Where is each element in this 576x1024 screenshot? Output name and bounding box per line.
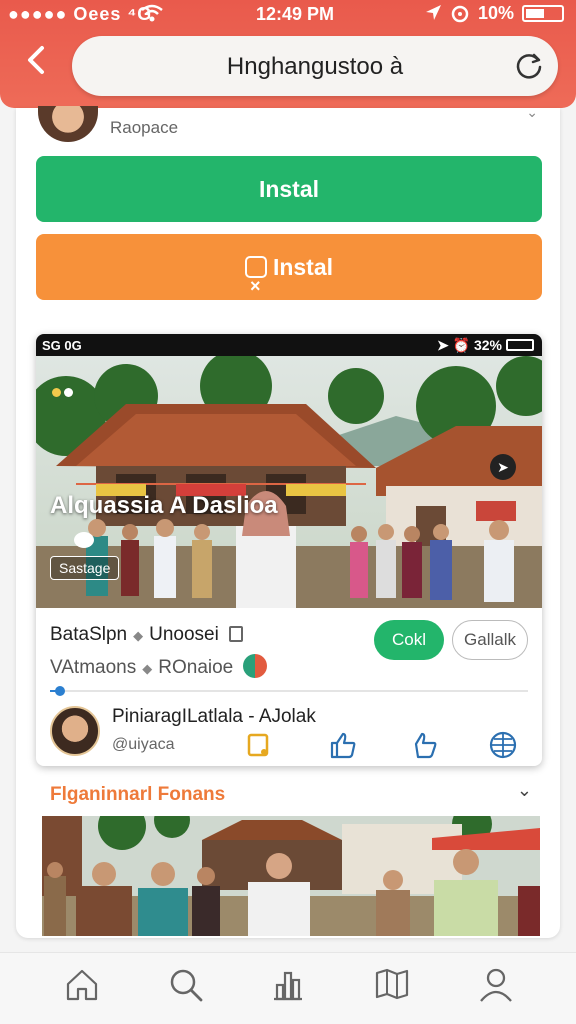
preview-battery-value: 32% xyxy=(473,337,502,353)
preview-title: Alquassia A Daslioa xyxy=(50,492,278,519)
like-icon[interactable] xyxy=(410,730,440,760)
preview-screenshot[interactable]: SG 0G ➤ ⏰ 32% ➤ Alquassia A Daslioa Sast… xyxy=(36,334,542,766)
alarm-icon xyxy=(451,5,469,23)
meta-item: ROnaioe xyxy=(158,657,234,678)
profile-label: Raopace xyxy=(110,118,179,137)
package-icon xyxy=(244,253,267,319)
next-arrow-icon[interactable]: ➤ xyxy=(490,454,516,480)
meta-line-1: BataSlpn ◆ Unoosei xyxy=(50,624,243,646)
bookmark-map-icon[interactable] xyxy=(372,965,412,1005)
preview-signal: SG 0G xyxy=(42,338,82,353)
install-button[interactable]: Instal xyxy=(36,156,542,222)
reload-icon[interactable] xyxy=(514,51,544,81)
village-photo: ➤ Alquassia A Daslioa Sastage xyxy=(36,356,542,608)
thumbs-up-icon[interactable] xyxy=(328,730,358,760)
globe-icon[interactable] xyxy=(488,730,518,760)
wifi-icon xyxy=(141,4,163,22)
secondary-pill-button[interactable]: Gallalk xyxy=(452,620,528,660)
search-icon[interactable] xyxy=(166,965,206,1005)
home-icon[interactable] xyxy=(62,965,102,1005)
install-button-label: Instal xyxy=(258,176,320,202)
progress-knob[interactable] xyxy=(54,686,65,696)
location-icon xyxy=(426,5,441,20)
meta-item: VAtmaons xyxy=(50,657,137,678)
app-card: Raopace ⌄ Instal Instal SG 0G ➤ ⏰ 32% xyxy=(16,104,560,938)
carousel-dot[interactable] xyxy=(64,388,73,397)
primary-pill-button[interactable]: Cokl xyxy=(374,620,444,660)
url-text: Hnghangustoo à xyxy=(226,53,404,80)
meta-item: BataSlpn xyxy=(50,624,128,645)
preview-battery-percent: ➤ ⏰ 32% xyxy=(437,337,502,353)
note-icon[interactable] xyxy=(244,730,274,760)
post-avatar[interactable] xyxy=(50,706,100,756)
install-secondary-button[interactable]: Instal xyxy=(36,234,542,319)
progress-bar[interactable] xyxy=(50,686,528,696)
profile-icon[interactable] xyxy=(476,965,516,1005)
chat-bubble-icon xyxy=(74,532,94,548)
install-secondary-label: Instal xyxy=(272,254,334,280)
chevron-left-icon xyxy=(28,46,44,74)
post-title: PiniaragILatlala - AJolak xyxy=(112,706,316,727)
chart-icon[interactable] xyxy=(268,965,308,1005)
pie-icon xyxy=(243,654,268,678)
carousel-dots[interactable] xyxy=(52,384,76,402)
post-handle: @uiyaca xyxy=(112,736,175,753)
bottom-navigation xyxy=(0,952,576,1024)
chevron-down-icon[interactable]: ⌄ xyxy=(526,104,538,121)
preview-status-bar: SG 0G ➤ ⏰ 32% xyxy=(36,334,542,356)
battery-icon xyxy=(522,5,564,22)
section-heading: Flganinnarl Fonans xyxy=(50,784,226,805)
preview-tag[interactable]: Sastage xyxy=(50,556,120,580)
avatar xyxy=(38,106,98,142)
browser-header: ●●●●● Oees ⁴G 12:49 PM 10% Hnghangustoo … xyxy=(0,0,576,108)
battery-percent: 10% xyxy=(478,3,515,23)
status-bar: ●●●●● Oees ⁴G 12:49 PM 10% xyxy=(0,0,576,26)
preview-battery-icon xyxy=(506,339,534,351)
copy-icon xyxy=(228,626,243,642)
chevron-down-icon[interactable]: ⌄ xyxy=(517,780,532,801)
status-time: 12:49 PM xyxy=(256,4,335,24)
back-button[interactable] xyxy=(24,44,54,84)
carousel-dot[interactable] xyxy=(52,388,61,397)
market-photo[interactable] xyxy=(42,816,540,936)
meta-line-2: VAtmaons ◆ ROnaioe xyxy=(50,654,268,679)
signal-indicator: ●●●●● Oees ⁴G xyxy=(8,4,153,24)
address-bar[interactable]: Hnghangustoo à xyxy=(72,36,558,96)
meta-item: Unoosei xyxy=(149,624,219,645)
market-illustration xyxy=(42,816,540,936)
